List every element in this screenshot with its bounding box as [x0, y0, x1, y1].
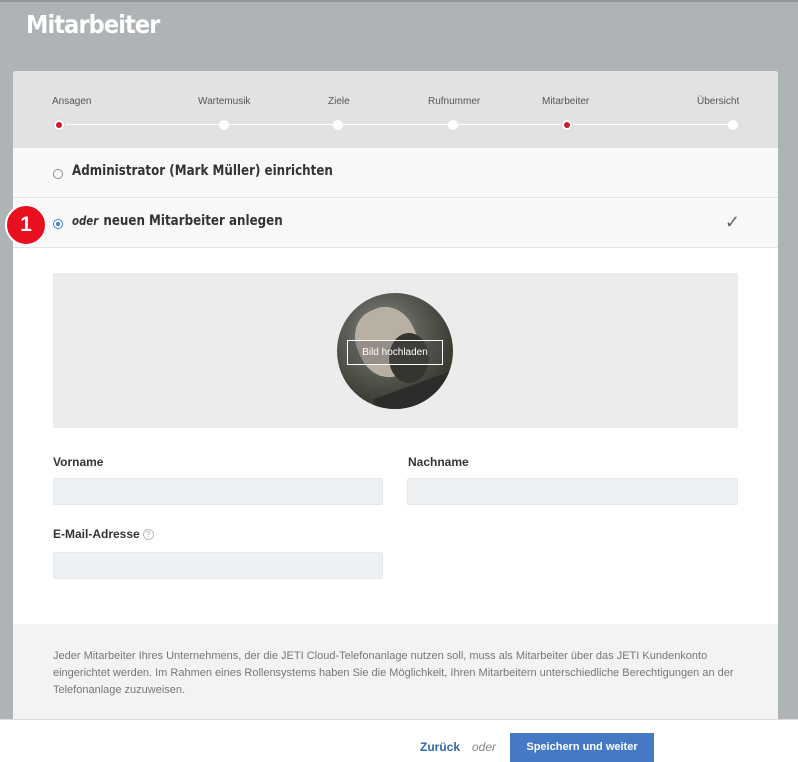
- step-dot: [333, 120, 343, 130]
- email-label: E-Mail-Adresse: [53, 527, 140, 541]
- step-label: Rufnummer: [428, 96, 481, 107]
- option-new-employee-text: oder neuen Mitarbeiter anlegen: [72, 213, 283, 229]
- info-text: Jeder Mitarbeiter Ihres Unternehmens, de…: [53, 650, 734, 696]
- first-name-label: Vorname: [53, 455, 104, 469]
- step-label: Mitarbeiter: [542, 96, 590, 107]
- or-text: oder: [472, 740, 497, 754]
- wizard-card: Ansagen Wartemusik Ziele Rufnummer Mitar…: [13, 71, 778, 721]
- stepper-line: [59, 124, 733, 125]
- last-name-label: Nachname: [408, 455, 469, 469]
- email-label-row: E-Mail-Adresse?: [53, 527, 154, 541]
- option-prefix: oder: [72, 214, 99, 228]
- checkmark-icon: ✓: [724, 212, 740, 232]
- option-new-employee[interactable]: oder neuen Mitarbeiter anlegen ✓: [13, 198, 778, 248]
- step-dot: [728, 120, 738, 130]
- step-label: Wartemusik: [198, 96, 251, 107]
- step-dot-active: [54, 120, 64, 130]
- save-and-continue-button[interactable]: Speichern und weiter: [510, 733, 654, 762]
- step-dot-active: [562, 120, 572, 130]
- back-link[interactable]: Zurück: [420, 740, 460, 754]
- step-ansagen[interactable]: Ansagen: [52, 71, 91, 148]
- step-ziele[interactable]: Ziele: [328, 71, 350, 148]
- step-uebersicht[interactable]: Übersicht: [697, 71, 739, 148]
- footer-bar: Zurück oder Speichern und weiter: [0, 719, 798, 762]
- progress-stepper: Ansagen Wartemusik Ziele Rufnummer Mitar…: [13, 71, 778, 148]
- step-label: Ziele: [328, 96, 350, 107]
- step-rufnummer[interactable]: Rufnummer: [428, 71, 480, 148]
- radio-admin[interactable]: [53, 169, 63, 179]
- step-wartemusik[interactable]: Wartemusik: [198, 71, 250, 148]
- step-label: Übersicht: [697, 96, 740, 107]
- option-new-employee-label: neuen Mitarbeiter anlegen: [103, 213, 283, 229]
- radio-new-employee[interactable]: [53, 219, 63, 229]
- email-input[interactable]: [53, 552, 383, 579]
- page-title: Mitarbeiter: [26, 10, 160, 39]
- info-box: Jeder Mitarbeiter Ihres Unternehmens, de…: [13, 624, 778, 721]
- step-dot: [448, 120, 458, 130]
- step-mitarbeiter[interactable]: Mitarbeiter: [542, 71, 589, 148]
- annotation-badge: 1: [5, 204, 47, 246]
- step-label: Ansagen: [52, 96, 92, 107]
- option-admin[interactable]: Administrator (Mark Müller) einrichten: [13, 148, 778, 198]
- photo-upload-area: Bild hochladen: [53, 273, 738, 428]
- upload-photo-button[interactable]: Bild hochladen: [347, 340, 443, 365]
- option-admin-label: Administrator (Mark Müller) einrichten: [72, 163, 333, 179]
- top-border: [0, 0, 798, 2]
- step-dot: [219, 120, 229, 130]
- first-name-input[interactable]: [53, 478, 383, 505]
- last-name-input[interactable]: [407, 478, 738, 505]
- help-icon[interactable]: ?: [142, 529, 154, 540]
